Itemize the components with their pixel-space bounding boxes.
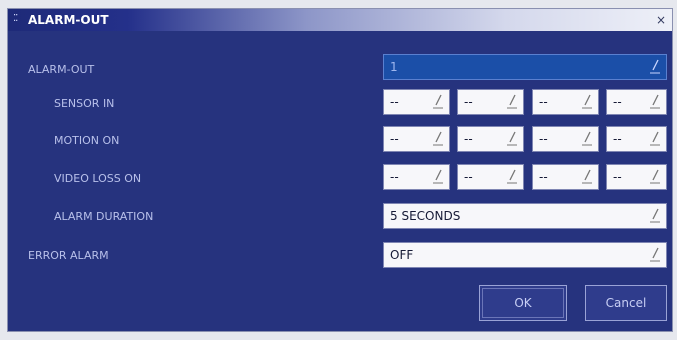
field-value: --	[464, 132, 473, 146]
error-alarm-label: ERROR ALARM	[28, 249, 109, 262]
field-value: --	[539, 132, 548, 146]
edit-pencil-icon	[507, 169, 517, 184]
field-value: --	[613, 95, 622, 109]
video-loss-on-label: VIDEO LOSS ON	[54, 172, 142, 185]
edit-pencil-icon	[650, 247, 660, 262]
ok-button[interactable]: OK	[479, 285, 567, 321]
alarm-out-select[interactable]: 1	[383, 54, 667, 80]
motion-on-field-1[interactable]: --	[383, 126, 450, 152]
error-alarm-value: OFF	[390, 248, 414, 262]
edit-pencil-icon	[507, 94, 517, 109]
motion-on-field-4[interactable]: --	[606, 126, 667, 152]
sensor-in-label: SENSOR IN	[54, 97, 115, 110]
video-loss-field-4[interactable]: --	[606, 164, 667, 190]
window-title: ALARM-OUT	[28, 13, 109, 27]
video-loss-field-3[interactable]: --	[532, 164, 599, 190]
dotted-grid-icon: ⁚⁚	[13, 13, 18, 24]
edit-pencil-icon	[582, 169, 592, 184]
video-loss-field-1[interactable]: --	[383, 164, 450, 190]
sensor-in-field-4[interactable]: --	[606, 89, 667, 115]
motion-on-field-2[interactable]: --	[457, 126, 524, 152]
field-value: --	[390, 132, 399, 146]
alarm-duration-label: ALARM DURATION	[54, 210, 154, 223]
field-value: --	[464, 95, 473, 109]
edit-pencil-icon	[507, 131, 517, 146]
edit-pencil-icon	[650, 131, 660, 146]
field-value: --	[464, 170, 473, 184]
close-button[interactable]: ×	[656, 13, 666, 27]
field-value: --	[613, 170, 622, 184]
alarm-duration-value: 5 SECONDS	[390, 209, 461, 223]
edit-pencil-icon	[433, 131, 443, 146]
field-value: --	[539, 95, 548, 109]
edit-pencil-icon	[650, 169, 660, 184]
motion-on-label: MOTION ON	[54, 134, 120, 147]
sensor-in-field-3[interactable]: --	[532, 89, 599, 115]
alarm-out-dialog: ⁚⁚ ALARM-OUT × ALARM-OUT 1 SENSOR IN -- …	[7, 8, 673, 332]
edit-pencil-icon	[433, 94, 443, 109]
motion-on-field-3[interactable]: --	[532, 126, 599, 152]
error-alarm-select[interactable]: OFF	[383, 242, 667, 268]
edit-pencil-icon	[650, 59, 660, 74]
sensor-in-field-1[interactable]: --	[383, 89, 450, 115]
title-bar: ⁚⁚ ALARM-OUT ×	[8, 9, 672, 31]
edit-pencil-icon	[650, 208, 660, 223]
field-value: --	[539, 170, 548, 184]
edit-pencil-icon	[433, 169, 443, 184]
edit-pencil-icon	[582, 94, 592, 109]
alarm-duration-select[interactable]: 5 SECONDS	[383, 203, 667, 229]
edit-pencil-icon	[650, 94, 660, 109]
alarm-out-value: 1	[390, 60, 398, 74]
cancel-button[interactable]: Cancel	[585, 285, 667, 321]
edit-pencil-icon	[582, 131, 592, 146]
sensor-in-field-2[interactable]: --	[457, 89, 524, 115]
field-value: --	[390, 170, 399, 184]
field-value: --	[390, 95, 399, 109]
video-loss-field-2[interactable]: --	[457, 164, 524, 190]
field-value: --	[613, 132, 622, 146]
alarm-out-label: ALARM-OUT	[28, 63, 95, 76]
